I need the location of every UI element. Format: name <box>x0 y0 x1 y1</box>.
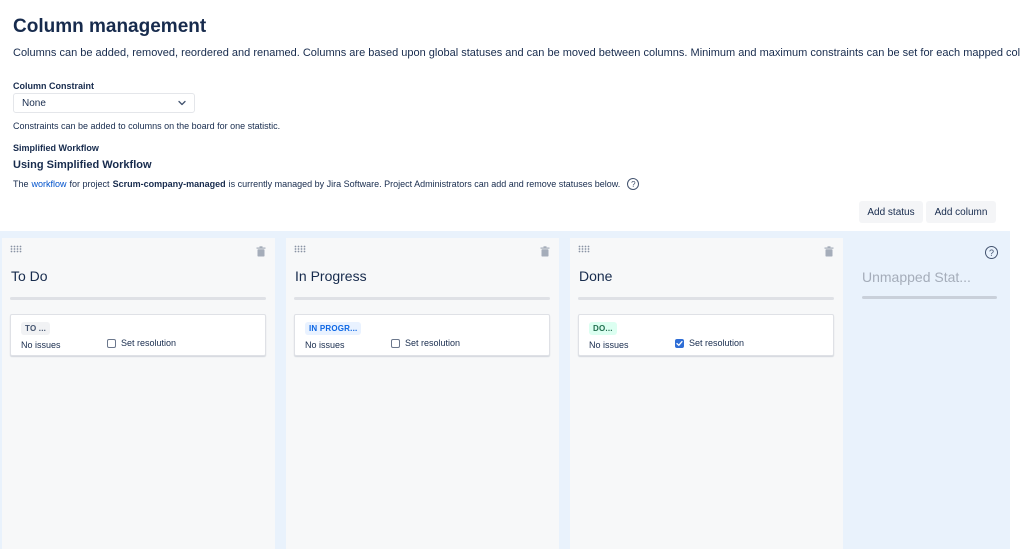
status-lozenge: IN PROGR... <box>305 322 362 335</box>
status-card[interactable]: IN PROGR... No issues Set resolution <box>294 314 550 356</box>
resolution-checkbox[interactable] <box>391 338 400 348</box>
issue-count: No issues <box>305 340 345 350</box>
set-resolution-label: Set resolution <box>405 338 461 348</box>
add-column-button[interactable]: Add column <box>926 201 996 223</box>
unmapped-statuses-title: Unmapped Stat... <box>862 269 971 285</box>
workflow-desc-prefix: The <box>13 179 29 189</box>
workflow-link[interactable]: workflow <box>32 179 67 189</box>
column-title[interactable]: In Progress <box>295 268 367 284</box>
unmapped-statuses-column: ? Unmapped Stat... <box>850 238 1010 549</box>
help-icon[interactable]: ? <box>985 246 998 259</box>
status-lozenge: TO ... <box>21 322 51 335</box>
workflow-description: The workflow for project Scrum-company-m… <box>13 178 640 190</box>
column-title[interactable]: To Do <box>11 268 48 284</box>
set-resolution[interactable]: Set resolution <box>107 338 176 348</box>
chevron-down-icon <box>178 100 186 106</box>
trash-icon[interactable] <box>540 246 550 257</box>
column-title[interactable]: Done <box>579 268 612 284</box>
issue-count: No issues <box>21 340 61 350</box>
set-resolution[interactable]: Set resolution <box>675 338 744 348</box>
trash-icon[interactable] <box>824 246 834 257</box>
status-card[interactable]: TO ... No issues Set resolution <box>10 314 266 356</box>
checkmark-icon <box>676 340 683 346</box>
board-column-to-do[interactable]: To Do TO ... No issues Set resolution <box>2 238 275 549</box>
drag-handle-icon[interactable] <box>294 245 308 253</box>
set-resolution-label: Set resolution <box>121 338 177 348</box>
drag-handle-icon[interactable] <box>578 245 592 253</box>
simplified-workflow-label: Simplified Workflow <box>13 143 99 153</box>
status-lozenge: DO... <box>589 322 617 335</box>
drag-handle-icon[interactable] <box>10 245 24 253</box>
column-divider <box>578 297 834 300</box>
set-resolution[interactable]: Set resolution <box>391 338 460 348</box>
workflow-desc-mid: for project <box>69 179 110 189</box>
column-divider <box>10 297 266 300</box>
board-column-done[interactable]: Done DO... No issues Set resolution <box>570 238 843 549</box>
column-constraint-select[interactable]: None <box>13 93 195 113</box>
page-title: Column management <box>13 16 207 37</box>
simplified-workflow-value: Using Simplified Workflow <box>13 159 152 171</box>
workflow-desc-suffix: is currently managed by Jira Software. P… <box>228 179 621 189</box>
trash-icon[interactable] <box>256 246 266 257</box>
set-resolution-label: Set resolution <box>689 338 745 348</box>
column-constraint-value: None <box>22 97 46 109</box>
board-column-in-progress[interactable]: In Progress IN PROGR... No issues Set re… <box>286 238 559 549</box>
column-constraint-label: Column Constraint <box>13 81 94 91</box>
resolution-checkbox[interactable] <box>107 338 116 348</box>
status-card[interactable]: DO... No issues Set resolution <box>578 314 834 356</box>
resolution-checkbox[interactable] <box>675 338 684 348</box>
column-divider <box>294 297 550 300</box>
add-status-button[interactable]: Add status <box>859 201 923 223</box>
column-divider <box>862 296 997 299</box>
project-name: Scrum-company-managed <box>112 179 226 189</box>
issue-count: No issues <box>589 340 629 350</box>
help-icon[interactable]: ? <box>627 178 640 190</box>
page-description: Columns can be added, removed, reordered… <box>13 47 1020 59</box>
column-constraint-help: Constraints can be added to columns on t… <box>13 121 281 131</box>
